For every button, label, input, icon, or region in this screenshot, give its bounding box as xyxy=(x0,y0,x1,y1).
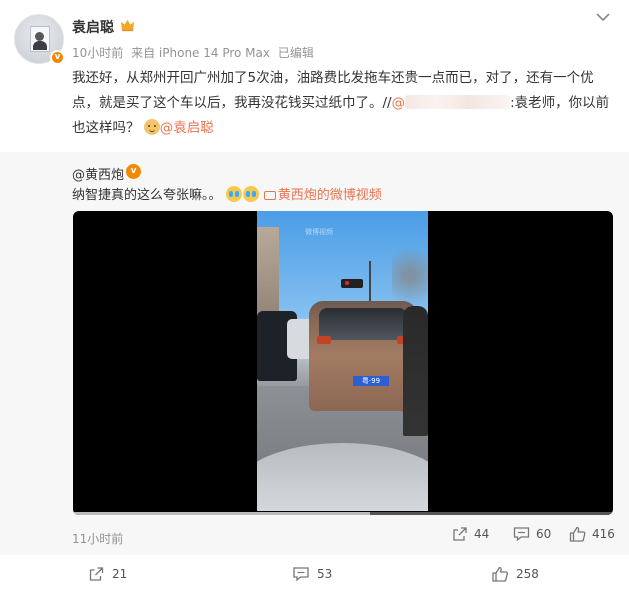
repost-card[interactable]: @黄西炮 v 纳智捷真的这么夸张嘛。。 黄西炮的微博视频 粤·99 微博视频 1… xyxy=(0,152,629,555)
repost-share-button[interactable]: 44 xyxy=(452,526,489,542)
comment-icon xyxy=(513,527,530,542)
repost-author[interactable]: @黄西炮 xyxy=(72,164,124,183)
share-icon xyxy=(89,567,104,581)
thumbs-up-icon xyxy=(492,566,508,582)
scene-car-hood xyxy=(257,443,428,511)
license-plate: 粤·99 xyxy=(353,376,389,386)
repost-like-count: 416 xyxy=(592,527,615,541)
video-progress-bar[interactable] xyxy=(73,512,613,515)
doge-emoji-icon xyxy=(143,119,160,135)
cry-emoji-icon xyxy=(242,186,259,202)
scene-taillight xyxy=(317,336,331,344)
repost-text: 纳智捷真的这么夸张嘛。。 黄西炮的微博视频 xyxy=(72,184,382,203)
video-link[interactable]: 黄西炮的微博视频 xyxy=(263,188,382,203)
post-text: 我还好，从郑州开回广州加了5次油，油路费比发拖车还贵一点而已，对了，还有一个优点… xyxy=(72,66,617,141)
scene-person xyxy=(403,306,428,436)
comment-count: 53 xyxy=(317,567,333,581)
chevron-down-icon[interactable] xyxy=(596,12,610,22)
repost-like-button[interactable]: 416 xyxy=(569,526,615,542)
post-source: 来自 iPhone 14 Pro Max xyxy=(131,46,270,60)
video-icon xyxy=(263,191,276,200)
video-link-label: 黄西炮的微博视频 xyxy=(277,188,382,203)
verified-badge-icon: v xyxy=(126,164,141,179)
thumbs-up-icon xyxy=(569,526,586,542)
verified-badge-icon: v xyxy=(50,50,65,65)
share-button[interactable]: 21 xyxy=(88,566,127,582)
repost-comment-button[interactable]: 60 xyxy=(513,526,551,542)
user-name[interactable]: 袁启聪 xyxy=(72,17,114,37)
scene-suv-window xyxy=(319,308,407,340)
video-player[interactable]: 粤·99 微博视频 xyxy=(73,211,613,515)
crown-icon xyxy=(120,19,135,32)
share-count: 21 xyxy=(112,567,128,581)
avatar-body xyxy=(33,41,47,50)
traffic-light xyxy=(341,279,363,288)
mention-link[interactable]: @ xyxy=(392,95,406,111)
blurred-username xyxy=(405,95,511,109)
weibo-post: v 袁启聪 10小时前 来自 iPhone 14 Pro Max 已编辑 我还好… xyxy=(0,0,629,591)
post-time[interactable]: 10小时前 xyxy=(72,46,123,60)
comment-button[interactable]: 53 xyxy=(292,566,332,582)
repost-comment-count: 60 xyxy=(536,527,552,541)
video-watermark: 微博视频 xyxy=(305,228,333,236)
action-bar: 21 53 258 xyxy=(0,566,629,591)
cry-emoji-icon xyxy=(225,186,242,202)
like-button[interactable]: 258 xyxy=(491,566,539,582)
video-frame: 粤·99 微博视频 xyxy=(257,211,428,511)
repost-time[interactable]: 11小时前 xyxy=(72,530,123,547)
repost-body: 纳智捷真的这么夸张嘛。。 xyxy=(72,188,222,203)
avatar-head xyxy=(35,32,44,41)
like-count: 258 xyxy=(516,567,539,581)
comment-icon xyxy=(293,567,309,582)
repost-share-count: 44 xyxy=(474,527,490,541)
edited-label[interactable]: 已编辑 xyxy=(278,46,314,60)
post-meta: 10小时前 来自 iPhone 14 Pro Max 已编辑 xyxy=(72,44,318,61)
self-mention-link[interactable]: @袁启聪 xyxy=(160,120,214,136)
video-progress-fill xyxy=(73,512,370,515)
share-icon xyxy=(453,527,467,541)
